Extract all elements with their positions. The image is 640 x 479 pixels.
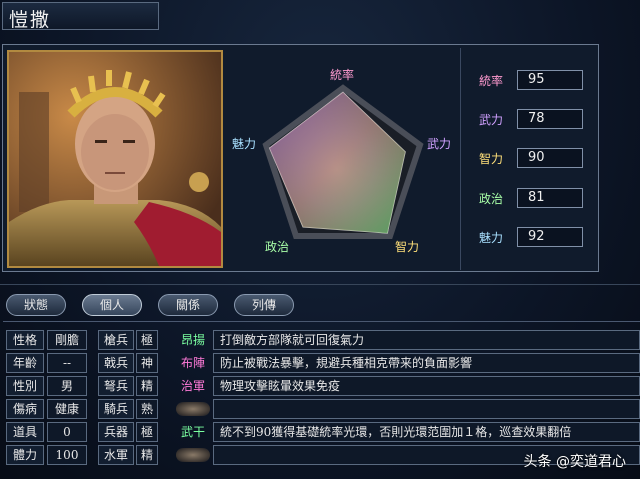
stat-value: 78 — [517, 109, 583, 129]
personal-value: 0 — [47, 422, 87, 442]
troop-aptitude: 神 — [136, 353, 158, 373]
watermark: 头条 @奕道君心 — [523, 454, 626, 470]
skill-name[interactable]: 布陣 — [175, 353, 211, 373]
troop-label: 槍兵 — [98, 330, 134, 350]
personal-label: 年齡 — [6, 353, 44, 373]
stat-row-command: 統率 95 — [479, 70, 589, 90]
skill-description: 統不到90獲得基礎統率光環，否則光環范圍加１格，巡查效果翻倍 — [213, 422, 640, 442]
stat-label: 統率 — [479, 74, 504, 88]
stat-value: 81 — [517, 188, 583, 208]
radar-label-strength: 武力 — [427, 137, 452, 151]
officer-name-box: 愷撒 — [2, 2, 159, 31]
personal-label: 性格 — [6, 330, 44, 350]
personal-label: 體力 — [6, 445, 44, 465]
personal-value: 男 — [47, 376, 87, 396]
troop-aptitude: 極 — [136, 422, 158, 442]
stat-value: 95 — [517, 70, 583, 90]
radar-label-politics: 政治 — [265, 240, 290, 254]
radar-label-charm: 魅力 — [232, 137, 257, 151]
skill-name[interactable]: 武干 — [175, 422, 211, 442]
officer-name: 愷撒 — [9, 9, 52, 31]
portrait — [7, 50, 223, 268]
tab-status[interactable]: 狀態 — [6, 294, 66, 316]
troop-aptitude: 精 — [136, 445, 158, 465]
tab-relations[interactable]: 關係 — [158, 294, 218, 316]
stat-row-strength: 武力 78 — [479, 109, 589, 129]
personal-value: 健康 — [47, 399, 87, 419]
skill-name[interactable]: 治軍 — [175, 376, 211, 396]
troop-label: 兵器 — [98, 422, 134, 442]
stats-panel: 統率 95 武力 78 智力 90 政治 81 魅力 92 — [460, 48, 598, 270]
stat-value: 90 — [517, 148, 583, 168]
skill-description: 物理攻擊眩暈效果免疫 — [213, 376, 640, 396]
troop-label: 騎兵 — [98, 399, 134, 419]
troop-label: 水軍 — [98, 445, 134, 465]
ability-radar: 統率 武力 智力 政治 魅力 — [228, 48, 458, 270]
tab-personal[interactable]: 個人 — [82, 294, 142, 316]
portrait-image — [9, 52, 221, 266]
stat-label: 武力 — [479, 113, 504, 127]
stat-row-charm: 魅力 92 — [479, 227, 589, 247]
radar-label-command: 統率 — [330, 68, 355, 82]
empty-skill-slot[interactable] — [176, 402, 210, 416]
troop-label: 戟兵 — [98, 353, 134, 373]
divider — [0, 284, 640, 285]
skill-description: 打倒敵方部隊就可回復氣力 — [213, 330, 640, 350]
stat-label: 魅力 — [479, 231, 504, 245]
radar-label-intelligence: 智力 — [395, 240, 420, 254]
personal-label: 性別 — [6, 376, 44, 396]
stat-value: 92 — [517, 227, 583, 247]
skill-name[interactable]: 昂揚 — [175, 330, 211, 350]
troop-aptitude: 極 — [136, 330, 158, 350]
troop-aptitude: 精 — [136, 376, 158, 396]
personal-value: 剛膽 — [47, 330, 87, 350]
troop-label: 弩兵 — [98, 376, 134, 396]
empty-skill-slot[interactable] — [176, 448, 210, 462]
personal-label: 傷病 — [6, 399, 44, 419]
stat-row-politics: 政治 81 — [479, 188, 589, 208]
stat-row-intelligence: 智力 90 — [479, 148, 589, 168]
personal-label: 道具 — [6, 422, 44, 442]
tab-biography[interactable]: 列傳 — [234, 294, 294, 316]
stat-label: 政治 — [479, 192, 504, 206]
skill-description — [213, 399, 640, 419]
skill-description: 防止被戰法暴擊，規避兵種相克帶来的負面影響 — [213, 353, 640, 373]
personal-value: 100 — [47, 445, 87, 465]
stat-label: 智力 — [479, 152, 504, 166]
personal-value: -- — [47, 353, 87, 373]
troop-aptitude: 熟 — [136, 399, 158, 419]
